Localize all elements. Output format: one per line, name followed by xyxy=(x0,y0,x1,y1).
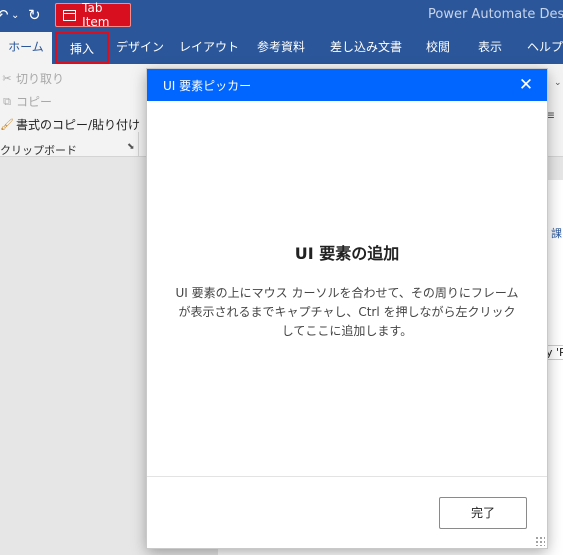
title-bar: ↶ ⌄ ↻ Tab Item Power Automate Deskt xyxy=(0,0,563,32)
close-icon[interactable]: ✕ xyxy=(515,74,537,96)
dialog-launcher-icon[interactable]: ⬊ xyxy=(127,142,135,152)
window-icon xyxy=(63,9,77,21)
tab-mailings[interactable]: 差し込み文書 xyxy=(325,32,407,64)
copy-button[interactable]: ⧉ コピー xyxy=(0,93,52,110)
dialog-description: UI 要素の上にマウス カーソルを合わせて、その周りにフレームが表示されるまでキ… xyxy=(175,286,519,338)
ribbon-tabs: ホーム 挿入 デザイン レイアウト 参考資料 差し込み文書 校閲 表示 ヘルプ xyxy=(0,32,563,64)
tab-home[interactable]: ホーム xyxy=(0,32,52,64)
paintbrush-icon: 🖌 xyxy=(0,118,14,131)
scissors-icon: ✂ xyxy=(2,72,12,85)
footer-divider xyxy=(147,476,547,477)
tab-item-label: Tab Item xyxy=(82,1,110,29)
dialog-heading: UI 要素の追加 xyxy=(294,244,400,263)
format-painter-label: 書式のコピー/貼り付け xyxy=(16,118,141,132)
cut-label: 切り取り xyxy=(16,72,65,86)
tab-insert[interactable]: 挿入 xyxy=(55,32,109,64)
tab-help[interactable]: ヘルプ xyxy=(524,32,563,64)
document-page: 課 y 'Po xyxy=(543,180,563,555)
copy-icon: ⧉ xyxy=(3,94,11,108)
right-fragment-a: 課 xyxy=(551,227,562,240)
resize-grip-icon[interactable] xyxy=(535,536,545,546)
undo-icon[interactable]: ↶ xyxy=(0,6,9,24)
dialog-header: UI 要素ピッカー ✕ xyxy=(147,69,547,101)
cut-button[interactable]: ✂ 切り取り xyxy=(0,70,64,87)
dialog-title: UI 要素ピッカー xyxy=(163,79,252,93)
tab-design[interactable]: デザイン xyxy=(113,32,167,64)
tab-references[interactable]: 参考資料 xyxy=(250,32,312,64)
redo-icon[interactable]: ↻ xyxy=(28,6,41,24)
copy-label: コピー xyxy=(16,95,53,109)
done-button[interactable]: 完了 xyxy=(439,497,527,529)
format-painter-button[interactable]: 🖌 書式のコピー/貼り付け xyxy=(0,116,140,133)
app-title: Power Automate Deskt xyxy=(428,7,563,22)
tab-item-badge: Tab Item xyxy=(55,1,131,29)
clipboard-group-label: クリップボード xyxy=(0,144,77,157)
chevron-down-icon[interactable]: ⌄ xyxy=(554,78,562,88)
tab-layout[interactable]: レイアウト xyxy=(178,32,240,64)
ui-element-picker-dialog: UI 要素ピッカー ✕ UI 要素の追加 UI 要素の上にマウス カーソルを合わ… xyxy=(147,69,547,548)
tab-review[interactable]: 校閲 xyxy=(420,32,456,64)
dropdown-chevron-icon[interactable]: ⌄ xyxy=(11,10,19,21)
tab-view[interactable]: 表示 xyxy=(472,32,508,64)
